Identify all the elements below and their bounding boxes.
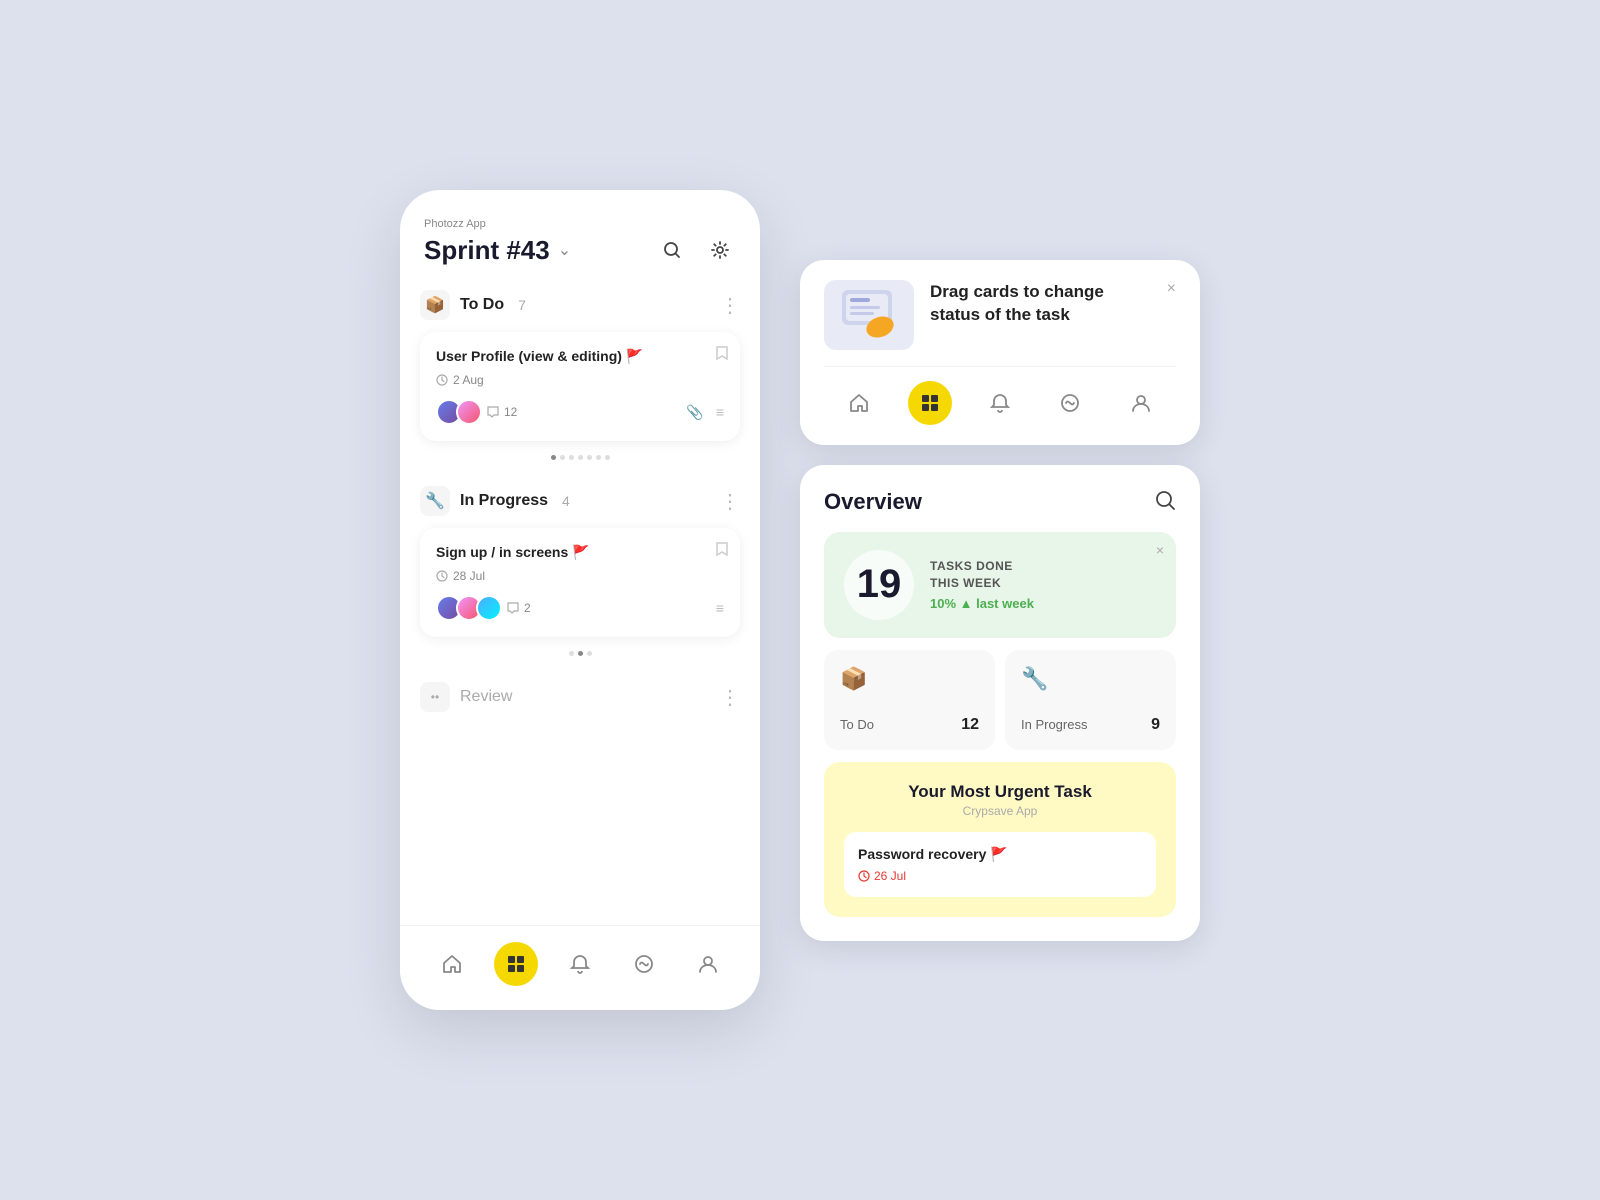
category-todo-name: To Do [840, 717, 874, 732]
tooltip-close-button[interactable]: × [1167, 280, 1176, 298]
sprint-title: Sprint #43 [424, 235, 550, 266]
urgent-app: Crypsave App [844, 804, 1156, 818]
overview-card: Overview × 19 TASKS DONETHIS WEEK 10% ▲ … [800, 465, 1200, 941]
comment-count: 12 [486, 405, 517, 419]
bookmark-icon [716, 542, 728, 559]
dot [587, 455, 592, 460]
tooltip-card: Drag cards to change status of the task … [800, 260, 1200, 445]
chevron-down-icon[interactable]: ⌄ [558, 240, 571, 260]
tooltip-nav-home[interactable] [837, 381, 881, 425]
flag-icon: 🚩 [572, 544, 589, 560]
tooltip-nav-tasks[interactable] [908, 381, 952, 425]
dot [596, 455, 601, 460]
search-button[interactable] [656, 234, 688, 266]
tasks-done-card: × 19 TASKS DONETHIS WEEK 10% ▲ last week [824, 532, 1176, 638]
task-title: User Profile (view & editing) 🚩 [436, 348, 724, 365]
tasks-done-number: 19 [844, 550, 914, 620]
task-card-user-profile[interactable]: User Profile (view & editing) 🚩 2 Aug [420, 332, 740, 441]
nav-tasks[interactable] [494, 942, 538, 986]
overview-title: Overview [824, 489, 922, 515]
avatars-group [436, 595, 496, 621]
dot [551, 455, 556, 460]
nav-bell[interactable] [558, 942, 602, 986]
category-inprogress[interactable]: 🔧 In Progress 9 [1005, 650, 1176, 750]
phone-content: 📦 To Do 7 ⋮ User Profile (view & editing… [400, 282, 760, 925]
task-card-signup[interactable]: Sign up / in screens 🚩 28 Jul [420, 528, 740, 637]
tooltip-nav [824, 366, 1176, 425]
inprogress-more-button[interactable]: ⋮ [720, 489, 740, 514]
flag-icon: 🚩 [626, 348, 643, 364]
task-title: Sign up / in screens 🚩 [436, 544, 724, 561]
inprogress-icon: 🔧 [420, 486, 450, 516]
category-todo-count: 12 [961, 716, 979, 734]
urgent-clock-icon [858, 870, 870, 882]
comment-count: 2 [506, 601, 531, 615]
urgent-task-name: Password recovery 🚩 [858, 846, 1142, 863]
review-title: Review [460, 688, 512, 706]
task-date: 28 Jul [436, 569, 724, 583]
section-review: •• Review ⋮ [420, 682, 740, 712]
section-todo: 📦 To Do 7 ⋮ User Profile (view & editing… [420, 290, 740, 466]
category-grid: 📦 To Do 12 🔧 In Progress 9 [824, 650, 1176, 750]
todo-title: To Do [460, 296, 504, 314]
section-inprogress: 🔧 In Progress 4 ⋮ Sign up / in screens 🚩 [420, 486, 740, 662]
inprogress-dots [420, 645, 740, 662]
urgent-task-inner[interactable]: Password recovery 🚩 26 Jul [844, 832, 1156, 897]
review-icon: •• [420, 682, 450, 712]
dot [605, 455, 610, 460]
urgent-flag-icon: 🚩 [990, 846, 1007, 862]
dot [569, 455, 574, 460]
category-inprogress-icon: 🔧 [1021, 666, 1160, 692]
bookmark-icon [716, 346, 728, 363]
tooltip-nav-profile[interactable] [1119, 381, 1163, 425]
tasks-done-close-button[interactable]: × [1156, 542, 1164, 558]
todo-icon: 📦 [420, 290, 450, 320]
list-icon: ≡ [716, 600, 724, 616]
tasks-done-stat: 10% ▲ last week [930, 596, 1156, 611]
clock-icon [436, 374, 448, 386]
tooltip-title: Drag cards to change status of the task [930, 280, 1151, 328]
avatars-group [436, 399, 476, 425]
urgent-task-card: Your Most Urgent Task Crypsave App Passw… [824, 762, 1176, 917]
attachment-icon: 📎 [686, 404, 703, 421]
app-name: Photozz App [424, 218, 736, 230]
nav-profile[interactable] [686, 942, 730, 986]
urgent-task-date: 26 Jul [858, 869, 1142, 883]
category-todo-icon: 📦 [840, 666, 979, 692]
comment-icon [486, 405, 500, 419]
nav-activity[interactable] [622, 942, 666, 986]
inprogress-title: In Progress [460, 492, 548, 510]
overview-search-button[interactable] [1154, 489, 1176, 516]
avatar [456, 399, 482, 425]
phone-header: Photozz App Sprint #43 ⌄ [400, 190, 760, 282]
comment-icon [506, 601, 520, 615]
todo-more-button[interactable]: ⋮ [720, 293, 740, 318]
todo-dots [420, 449, 740, 466]
dot [569, 651, 574, 656]
dot [560, 455, 565, 460]
tooltip-nav-bell[interactable] [978, 381, 1022, 425]
right-panel: Drag cards to change status of the task … [800, 260, 1200, 941]
category-todo[interactable]: 📦 To Do 12 [824, 650, 995, 750]
review-more-button[interactable]: ⋮ [720, 685, 740, 710]
task-date: 2 Aug [436, 373, 724, 387]
bottom-nav [400, 925, 760, 1010]
avatar [476, 595, 502, 621]
category-inprogress-name: In Progress [1021, 717, 1087, 732]
phone-left: Photozz App Sprint #43 ⌄ [400, 190, 760, 1010]
urgent-title: Your Most Urgent Task [844, 782, 1156, 802]
settings-button[interactable] [704, 234, 736, 266]
dot [578, 455, 583, 460]
category-inprogress-count: 9 [1151, 716, 1160, 734]
tooltip-nav-activity[interactable] [1048, 381, 1092, 425]
dot [578, 651, 583, 656]
clock-icon [436, 570, 448, 582]
tasks-done-label: TASKS DONETHIS WEEK [930, 558, 1156, 592]
dot [587, 651, 592, 656]
nav-home[interactable] [430, 942, 474, 986]
list-icon: ≡ [716, 404, 724, 420]
drag-illustration [824, 280, 914, 350]
todo-count: 7 [518, 297, 526, 313]
inprogress-count: 4 [562, 493, 570, 509]
